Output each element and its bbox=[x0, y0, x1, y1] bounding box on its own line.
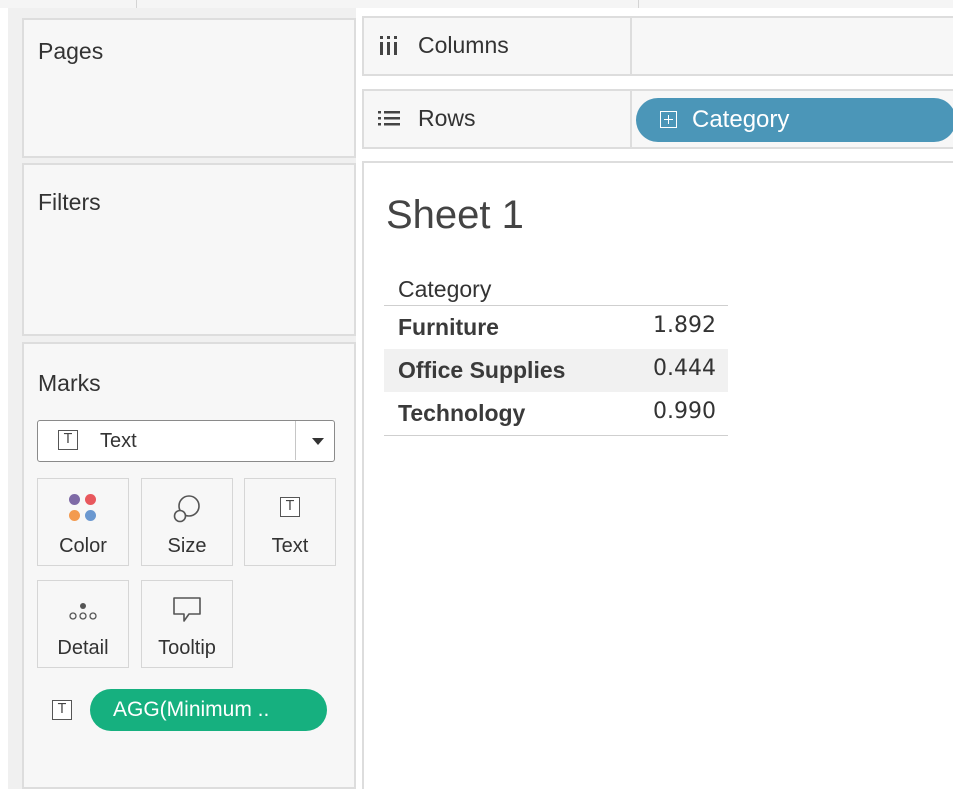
tooltip-button-label: Tooltip bbox=[158, 637, 216, 659]
size-button-label: Size bbox=[167, 535, 207, 557]
row-header: Furniture bbox=[398, 314, 499, 340]
tooltip-button[interactable]: Tooltip bbox=[141, 580, 233, 668]
size-button[interactable]: Size bbox=[141, 478, 233, 566]
detail-icon bbox=[69, 603, 97, 620]
expand-icon[interactable] bbox=[660, 111, 677, 128]
rows-label: Rows bbox=[418, 105, 476, 131]
color-dot bbox=[85, 510, 96, 521]
columns-shelf-label-area: Columns bbox=[364, 18, 632, 74]
color-dot bbox=[69, 494, 80, 505]
category-dimension-pill[interactable]: Category bbox=[636, 98, 953, 142]
color-dots-icon bbox=[68, 493, 98, 523]
text-encoding-icon[interactable]: T bbox=[52, 700, 72, 720]
text-button-label: Text bbox=[271, 535, 309, 557]
filters-title: Filters bbox=[38, 189, 101, 215]
top-toolbar-strip bbox=[0, 0, 953, 8]
marks-title: Marks bbox=[38, 370, 101, 396]
size-icon bbox=[173, 495, 200, 523]
color-dot bbox=[85, 494, 96, 505]
marks-card: Marks T Text Color Size T Text Detail To… bbox=[22, 342, 356, 789]
detail-button-label: Detail bbox=[57, 637, 109, 659]
pages-title: Pages bbox=[38, 38, 104, 64]
cell-value: 1.892 bbox=[653, 313, 716, 338]
detail-button[interactable]: Detail bbox=[37, 580, 129, 668]
columns-icon bbox=[380, 36, 397, 55]
cell-value: 0.990 bbox=[653, 399, 716, 424]
chevron-down-icon[interactable] bbox=[312, 438, 324, 445]
mark-type-dropdown[interactable]: T Text bbox=[37, 420, 335, 462]
text-button[interactable]: T Text bbox=[244, 478, 336, 566]
category-pill-label: Category bbox=[692, 106, 790, 133]
columns-label: Columns bbox=[418, 32, 509, 58]
cell-value: 0.444 bbox=[653, 356, 716, 381]
tooltip-icon bbox=[173, 597, 201, 622]
toolbar-divider bbox=[638, 0, 639, 8]
color-dot bbox=[69, 510, 80, 521]
rows-icon bbox=[378, 111, 400, 126]
sheet-title[interactable]: Sheet 1 bbox=[386, 193, 524, 238]
rows-shelf[interactable]: Rows Category bbox=[362, 89, 953, 149]
table-row[interactable]: Office Supplies 0.444 bbox=[384, 349, 728, 392]
columns-shelf[interactable]: Columns bbox=[362, 16, 953, 76]
worksheet-view: Sheet 1 Category Furniture 1.892 Office … bbox=[362, 161, 953, 789]
table-column-header[interactable]: Category bbox=[384, 274, 728, 306]
measure-pill[interactable]: AGG(Minimum .. bbox=[90, 689, 327, 731]
text-icon: T bbox=[280, 497, 300, 517]
dropdown-divider bbox=[295, 421, 296, 460]
color-button-label: Color bbox=[59, 535, 107, 557]
row-header: Office Supplies bbox=[398, 357, 566, 383]
left-panel: Pages Filters Marks T Text Color Size T … bbox=[8, 8, 356, 789]
text-mark-icon: T bbox=[58, 430, 78, 450]
row-header: Technology bbox=[398, 400, 526, 426]
mark-type-label: Text bbox=[100, 430, 137, 452]
crosstab-table: Category Furniture 1.892 Office Supplies… bbox=[384, 274, 728, 436]
toolbar-divider bbox=[136, 0, 137, 8]
filters-card[interactable]: Filters bbox=[22, 163, 356, 336]
pages-card[interactable]: Pages bbox=[22, 18, 356, 158]
table-row[interactable]: Technology 0.990 bbox=[384, 392, 728, 436]
color-button[interactable]: Color bbox=[37, 478, 129, 566]
rows-shelf-label-area: Rows bbox=[364, 91, 632, 147]
table-row[interactable]: Furniture 1.892 bbox=[384, 306, 728, 349]
